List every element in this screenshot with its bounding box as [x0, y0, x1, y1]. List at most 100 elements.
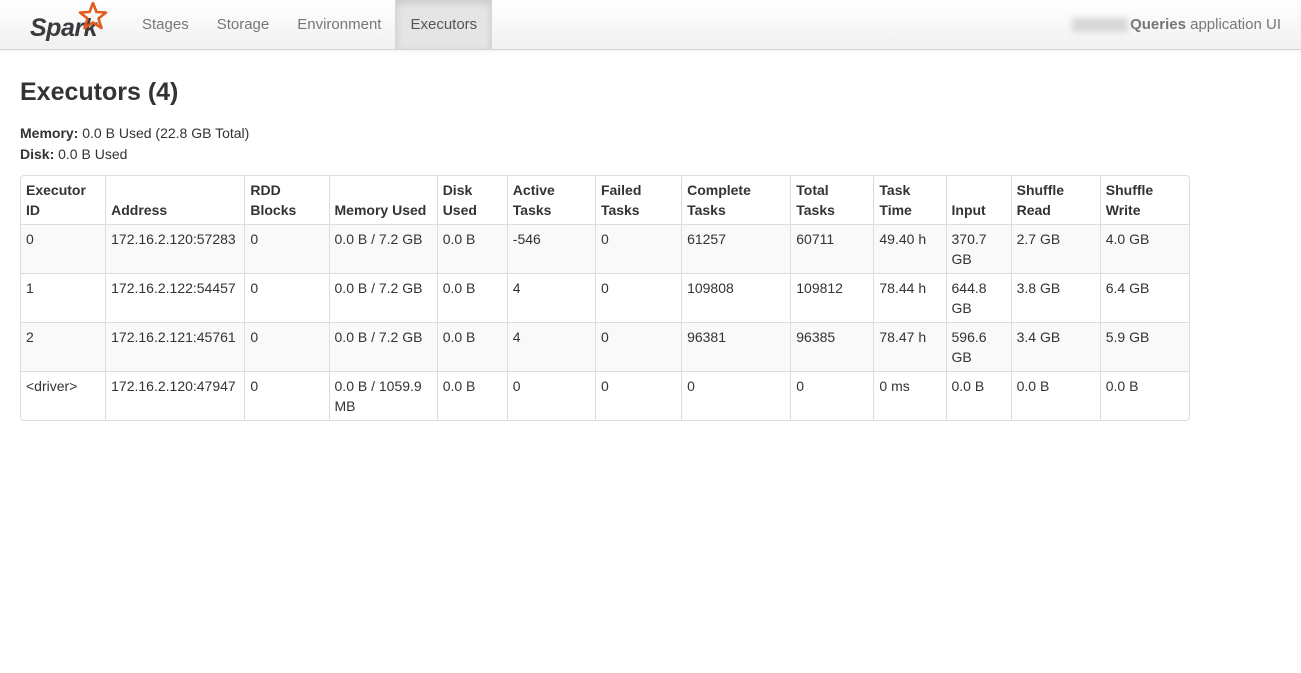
table-cell: 4.0 GB	[1099, 224, 1189, 273]
header-line: Shuffle	[1016, 182, 1065, 198]
table-cell: 2.7 GB	[1010, 224, 1100, 273]
header-line: RDD	[250, 182, 281, 198]
table-cell: 3.4 GB	[1010, 322, 1100, 371]
header-line: Read	[1016, 202, 1051, 218]
column-header[interactable]: Active Tasks	[506, 176, 595, 224]
table-cell: 0	[594, 273, 682, 322]
table-cell: 109812	[790, 273, 874, 322]
tab-storage[interactable]: Storage	[203, 0, 284, 49]
tab-environment[interactable]: Environment	[283, 0, 395, 49]
memory-label: Memory:	[20, 125, 79, 141]
spark-logo[interactable]: Spark	[28, 2, 110, 46]
table-cell: 172.16.2.121:45761	[105, 322, 245, 371]
table-cell: 96385	[790, 322, 874, 371]
column-header[interactable]: Input	[945, 176, 1011, 224]
header-line: Tasks	[687, 202, 726, 218]
page-title: Executors (4)	[20, 78, 179, 106]
table-cell: 60711	[790, 224, 874, 273]
table-row: <driver> 172.16.2.120:47947 0 0.0 B / 10…	[21, 371, 1189, 420]
table-row: 0 172.16.2.120:57283 0 0.0 B / 7.2 GB 0.…	[21, 224, 1189, 273]
executors-table: Executor ID Address RDD Blocks Memory Used…	[20, 175, 1190, 421]
app-name-bold: Queries	[1130, 16, 1186, 33]
header-line: Executor	[26, 182, 86, 198]
header-line: Total	[796, 182, 829, 198]
column-header[interactable]: Memory Used	[328, 176, 437, 224]
table-cell: 78.44 h	[873, 273, 946, 322]
table-cell: 644.8 GB	[945, 273, 1011, 322]
table-cell: 0.0 B / 7.2 GB	[328, 322, 437, 371]
table-cell: 0	[506, 371, 595, 420]
main-content: Executors (4) Memory: 0.0 B Used (22.8 G…	[0, 78, 1301, 421]
table-cell: 0	[790, 371, 874, 420]
table-cell: 3.8 GB	[1010, 273, 1100, 322]
table-cell: 172.16.2.120:47947	[105, 371, 245, 420]
tab-stages[interactable]: Stages	[128, 0, 203, 49]
header-line: Used	[442, 202, 477, 218]
table-cell: 1	[21, 273, 106, 322]
table-cell: 0.0 B	[436, 224, 507, 273]
header-line: Tasks	[600, 202, 640, 218]
table-cell: 0.0 B	[436, 273, 507, 322]
header-line: Disk	[442, 182, 473, 198]
table-cell: 0.0 B / 1059.9 MB	[328, 371, 437, 420]
table-cell: 596.6 GB	[945, 322, 1011, 371]
column-header[interactable]: Complete Tasks	[681, 176, 790, 224]
table-cell: 0.0 B	[436, 322, 507, 371]
column-header[interactable]: Failed Tasks	[594, 176, 681, 224]
table-cell: 109808	[681, 273, 791, 322]
table-cell: 0	[594, 371, 682, 420]
column-header[interactable]: Executor ID	[21, 176, 105, 224]
header-line: Tasks	[512, 202, 552, 218]
table-cell: 0.0 B / 7.2 GB	[328, 224, 437, 273]
table-cell: 0.0 B	[436, 371, 507, 420]
column-header[interactable]: Shuffle Write	[1099, 176, 1189, 224]
header-line: Complete	[687, 182, 751, 198]
table-cell: 370.7 GB	[945, 224, 1011, 273]
table-cell: 0	[244, 322, 329, 371]
memory-summary: Memory: 0.0 B Used (22.8 GB Total)	[20, 123, 1281, 144]
header-line: Address	[111, 202, 168, 218]
summary: Memory: 0.0 B Used (22.8 GB Total) Disk:…	[20, 123, 1281, 165]
column-header[interactable]: Total Tasks	[790, 176, 873, 224]
disk-summary: Disk: 0.0 B Used	[20, 144, 1281, 165]
table-cell: 0 ms	[873, 371, 946, 420]
column-header[interactable]: Address	[105, 176, 244, 224]
top-navbar: Spark Stages Storage Environment Executo…	[0, 0, 1301, 50]
column-header[interactable]: Task Time	[873, 176, 945, 224]
table-row: 2 172.16.2.121:45761 0 0.0 B / 7.2 GB 0.…	[21, 322, 1189, 371]
header-line: Time	[879, 202, 912, 218]
header-line: Write	[1105, 202, 1141, 218]
header-line: Task	[879, 182, 911, 198]
header-line: Failed	[600, 182, 642, 198]
table-cell: 49.40 h	[873, 224, 946, 273]
disk-value: 0.0 B Used	[58, 146, 128, 162]
column-header[interactable]: RDD Blocks	[244, 176, 328, 224]
header-line: Input	[951, 202, 986, 218]
header-line: Blocks	[250, 202, 297, 218]
table-header-row: Executor ID Address RDD Blocks Memory Used…	[21, 176, 1189, 224]
table-cell: -546	[506, 224, 595, 273]
star-icon	[78, 2, 108, 30]
table-cell: 172.16.2.120:57283	[105, 224, 245, 273]
table-cell: 0.0 B	[1010, 371, 1100, 420]
table-cell: 4	[506, 322, 595, 371]
table-cell: 0	[21, 224, 106, 273]
table-cell: 172.16.2.122:54457	[105, 273, 245, 322]
memory-value: 0.0 B Used (22.8 GB Total)	[82, 125, 250, 141]
disk-label: Disk:	[20, 146, 55, 162]
app-name: Queries application UI	[1072, 0, 1281, 49]
tab-executors[interactable]: Executors	[395, 0, 493, 49]
table-cell: 61257	[681, 224, 791, 273]
table-cell: 0	[244, 224, 329, 273]
header-line: ID	[26, 202, 40, 218]
redacted-app-prefix	[1072, 18, 1129, 33]
header-line: Shuffle	[1105, 182, 1154, 198]
table-cell: 0	[594, 224, 682, 273]
table-cell: 4	[506, 273, 595, 322]
table-cell: <driver>	[21, 371, 106, 420]
column-header[interactable]: Shuffle Read	[1010, 176, 1100, 224]
header-line: Memory Used	[334, 202, 427, 218]
table-row: 1 172.16.2.122:54457 0 0.0 B / 7.2 GB 0.…	[21, 273, 1189, 322]
column-header[interactable]: Disk Used	[436, 176, 507, 224]
table-cell: 0	[244, 273, 329, 322]
